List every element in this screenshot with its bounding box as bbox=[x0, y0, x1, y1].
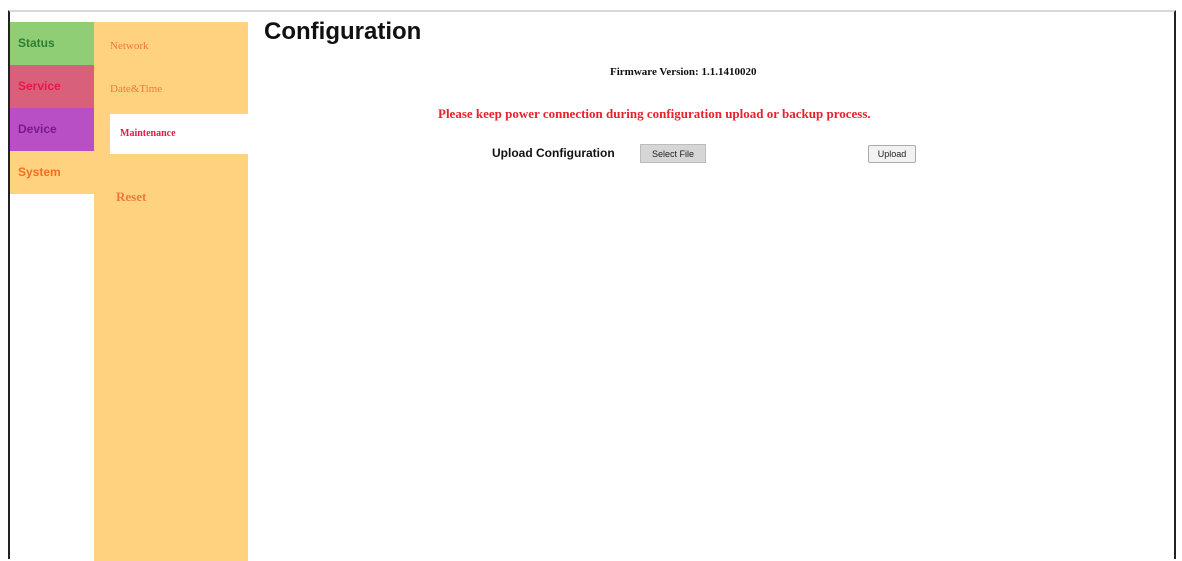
subnav-network[interactable]: Network bbox=[110, 40, 149, 52]
subnav-datetime[interactable]: Date&Time bbox=[110, 83, 162, 95]
browser-frame: Status Service Device System Network Dat… bbox=[8, 10, 1176, 561]
firmware-value: 1.1.1410020 bbox=[701, 66, 757, 78]
subnav-maintenance[interactable]: Maintenance bbox=[110, 114, 248, 154]
secondary-nav: Network Date&Time Maintenance Reset bbox=[94, 22, 248, 561]
nav-system[interactable]: System bbox=[10, 151, 94, 194]
nav-device[interactable]: Device bbox=[10, 108, 94, 151]
firmware-version: Firmware Version: 1.1.1410020 bbox=[610, 66, 756, 78]
firmware-label: Firmware Version: bbox=[610, 66, 699, 78]
nav-service[interactable]: Service bbox=[10, 65, 94, 108]
page-title: Configuration bbox=[264, 18, 422, 45]
select-file-button[interactable]: Select File bbox=[640, 144, 706, 163]
upload-config-label: Upload Configuration bbox=[492, 146, 615, 160]
power-warning: Please keep power connection during conf… bbox=[438, 106, 871, 121]
upload-button[interactable]: Upload bbox=[868, 145, 916, 163]
primary-nav: Status Service Device System bbox=[10, 22, 94, 194]
nav-status[interactable]: Status bbox=[10, 22, 94, 65]
subnav-reset[interactable]: Reset bbox=[116, 189, 146, 205]
